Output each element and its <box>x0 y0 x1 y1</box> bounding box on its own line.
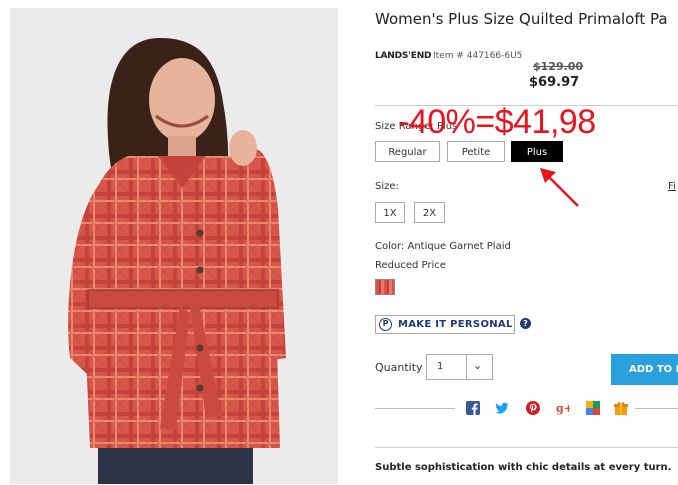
chevron-down-icon: ⌄ <box>473 359 483 372</box>
quantity-divider <box>466 355 467 379</box>
gift-icon[interactable] <box>614 401 628 415</box>
size-range-petite-button[interactable]: Petite <box>447 141 505 162</box>
fit-guide-link[interactable]: Fi <box>668 181 676 192</box>
color-swatch[interactable] <box>375 279 395 295</box>
brand-logo: LANDS'END <box>375 51 432 61</box>
svg-text:g+: g+ <box>556 402 570 415</box>
quantity-label: Quantity <box>375 361 423 374</box>
google-plus-icon[interactable]: g+ <box>556 401 570 415</box>
original-price: $129.00 <box>533 60 584 73</box>
arrow-annotation-icon <box>540 168 579 207</box>
size-1x-button[interactable]: 1X <box>375 202 405 223</box>
help-icon[interactable]: ? <box>520 318 531 329</box>
sale-price: $69.97 <box>529 75 580 90</box>
divider <box>375 447 678 448</box>
quantity-value: 1 <box>437 361 444 372</box>
size-range-regular-button[interactable]: Regular <box>375 141 440 162</box>
product-image[interactable] <box>10 8 338 484</box>
size-label: Size: <box>375 181 399 192</box>
divider <box>375 408 455 409</box>
divider <box>635 408 678 409</box>
make-it-personal-button[interactable]: P MAKE IT PERSONAL <box>375 315 515 334</box>
quantity-select[interactable]: 1 ⌄ <box>426 354 493 380</box>
size-range-plus-button[interactable]: Plus <box>511 141 563 162</box>
color-label: Color: Antique Garnet Plaid <box>375 241 511 252</box>
product-tagline: Subtle sophistication with chic details … <box>375 462 672 473</box>
add-to-bag-button[interactable]: ADD TO BAG <box>611 354 678 385</box>
personalize-icon: P <box>379 318 392 331</box>
discount-annotation: -40%=$41,98 <box>398 103 596 141</box>
pinterest-icon[interactable] <box>526 401 540 415</box>
make-it-personal-label: MAKE IT PERSONAL <box>398 319 513 330</box>
reduced-price-label: Reduced Price <box>375 260 446 271</box>
item-number: Item # 447166-6U5 <box>433 51 523 61</box>
size-2x-button[interactable]: 2X <box>414 202 445 223</box>
product-photo-illustration <box>10 8 338 484</box>
bookmark-icon[interactable] <box>586 401 600 415</box>
product-title: Women's Plus Size Quilted Primaloft Pa <box>375 10 668 28</box>
facebook-icon[interactable] <box>466 401 480 415</box>
twitter-icon[interactable] <box>495 401 509 415</box>
